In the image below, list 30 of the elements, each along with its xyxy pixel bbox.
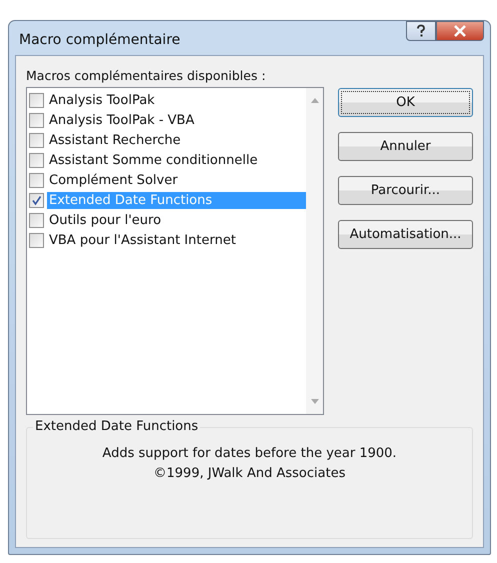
help-icon [415, 24, 427, 38]
scroll-up-icon[interactable] [310, 98, 318, 103]
list-label: Macros complémentaires disponibles : [26, 68, 267, 83]
checkbox[interactable] [29, 132, 44, 148]
addin-item[interactable]: Assistant Recherche [47, 132, 183, 148]
scrollbar[interactable] [306, 88, 323, 414]
addin-item[interactable]: Assistant Somme conditionnelle [47, 152, 260, 168]
addin-item[interactable]: Analysis ToolPak - VBA [47, 112, 196, 128]
help-button[interactable] [406, 21, 436, 41]
addin-item[interactable]: Complément Solver [47, 172, 180, 188]
addin-item[interactable]: Analysis ToolPak [47, 92, 157, 108]
checkbox[interactable] [29, 232, 44, 248]
close-icon [453, 25, 467, 37]
dialog-button[interactable]: OK [338, 88, 473, 117]
description-text: ©1999, JWalk And Associates [154, 465, 346, 483]
addin-item[interactable]: VBA pour l'Assistant Internet [47, 232, 238, 248]
checkbox[interactable] [29, 112, 44, 128]
checkbox[interactable] [29, 152, 44, 168]
description-text: Adds support for dates before the year 1900. [102, 445, 397, 463]
window-title: Macro complémentaire [19, 32, 180, 48]
checkbox[interactable] [29, 212, 44, 228]
checkbox[interactable] [29, 92, 44, 108]
dialog-button[interactable]: Annuler [338, 132, 473, 161]
dialog-button[interactable]: Automatisation... [338, 220, 473, 249]
checkbox[interactable] [29, 192, 44, 208]
dialog-button[interactable]: Parcourir... [338, 176, 473, 205]
scroll-down-icon[interactable] [310, 399, 318, 404]
addin-item[interactable]: Outils pour l'euro [47, 212, 164, 228]
close-button[interactable] [436, 21, 484, 41]
checkbox[interactable] [29, 172, 44, 188]
